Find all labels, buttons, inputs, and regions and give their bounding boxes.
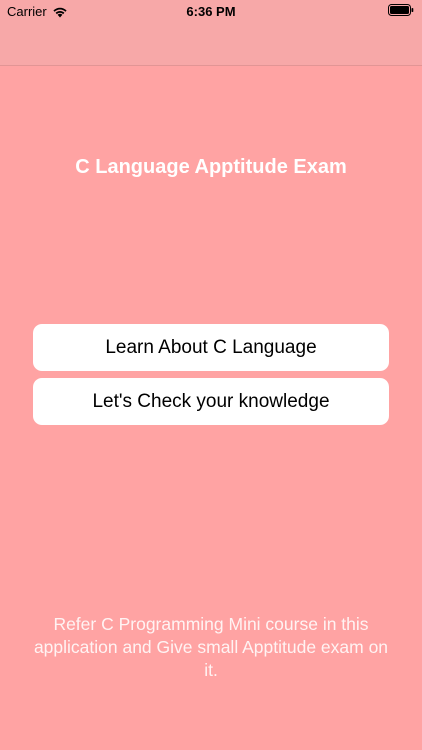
status-time: 6:36 PM <box>186 4 236 19</box>
battery-icon <box>388 4 414 16</box>
page-title: C Language Apptitude Exam <box>75 156 347 178</box>
check-knowledge-label: Let's Check your knowledge <box>92 390 330 412</box>
footer-description: Refer C Programming Mini course in this … <box>33 614 389 680</box>
check-knowledge-button[interactable]: Let's Check your knowledge <box>33 378 389 425</box>
learn-about-c-button[interactable]: Learn About C Language <box>33 324 389 371</box>
status-bar: Carrier 6:36 PM <box>0 0 422 22</box>
learn-about-c-label: Learn About C Language <box>105 336 317 358</box>
